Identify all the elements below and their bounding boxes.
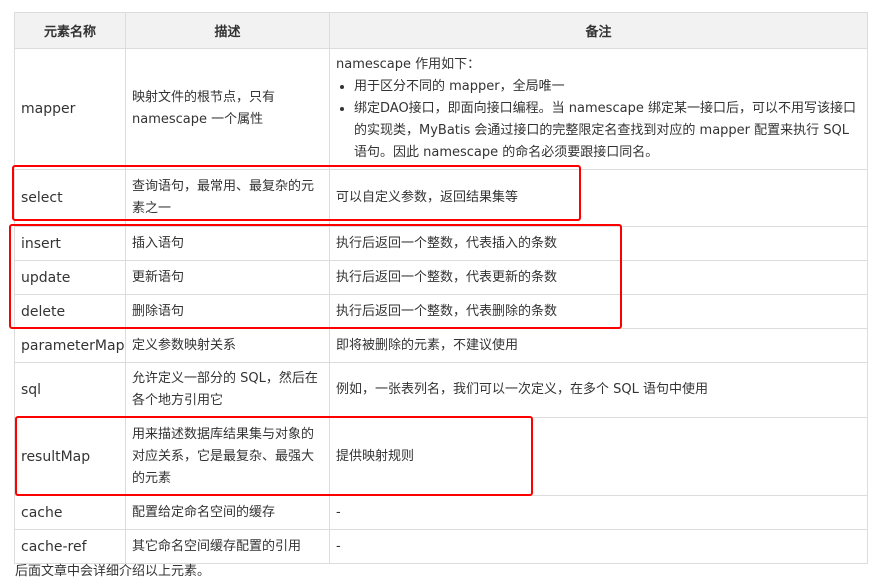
cell-name: update	[14, 260, 126, 295]
cell-note: namescape 作用如下： 用于区分不同的 mapper，全局唯一 绑定DA…	[329, 48, 868, 170]
cell-name: parameterMap	[14, 328, 126, 363]
cell-note: 提供映射规则	[329, 417, 868, 496]
cell-desc: 用来描述数据库结果集与对象的对应关系，它是最复杂、最强大的元素	[125, 417, 330, 496]
cell-desc: 配置给定命名空间的缓存	[125, 495, 330, 530]
cell-desc: 查询语句，最常用、最复杂的元素之一	[125, 169, 330, 227]
header-description: 描述	[125, 12, 330, 49]
cell-note: 执行后返回一个整数，代表删除的条数	[329, 294, 868, 329]
cell-name: mapper	[14, 48, 126, 170]
elements-table: 元素名称 描述 备注 mapper 映射文件的根节点，只有 namescape …	[14, 12, 868, 564]
cell-desc: 更新语句	[125, 260, 330, 295]
table-row-insert: insert 插入语句 执行后返回一个整数，代表插入的条数	[14, 226, 868, 261]
cell-name: select	[14, 169, 126, 227]
footer-note: 后面文章中会详细介绍以上元素。	[15, 564, 211, 579]
cell-desc: 映射文件的根节点，只有 namescape 一个属性	[125, 48, 330, 170]
table-row-cache: cache 配置给定命名空间的缓存 -	[14, 495, 868, 530]
cell-note: -	[329, 495, 868, 530]
cell-desc: 允许定义一部分的 SQL，然后在各个地方引用它	[125, 362, 330, 418]
table-row-sql: sql 允许定义一部分的 SQL，然后在各个地方引用它 例如，一张表列名，我们可…	[14, 362, 868, 418]
cell-desc: 定义参数映射关系	[125, 328, 330, 363]
table-row-resultmap: resultMap 用来描述数据库结果集与对象的对应关系，它是最复杂、最强大的元…	[14, 417, 868, 496]
cell-desc: 插入语句	[125, 226, 330, 261]
header-remarks: 备注	[329, 12, 868, 49]
note-intro: namescape 作用如下：	[336, 57, 481, 72]
cell-desc: 删除语句	[125, 294, 330, 329]
table-row-cache-ref: cache-ref 其它命名空间缓存配置的引用 -	[14, 529, 868, 564]
cell-note: 即将被删除的元素，不建议使用	[329, 328, 868, 363]
table-row-delete: delete 删除语句 执行后返回一个整数，代表删除的条数	[14, 294, 868, 329]
note-list: 用于区分不同的 mapper，全局唯一 绑定DAO接口，即面向接口编程。当 na…	[336, 76, 861, 164]
note-item: 用于区分不同的 mapper，全局唯一	[354, 76, 861, 98]
cell-note: 执行后返回一个整数，代表更新的条数	[329, 260, 868, 295]
cell-name: resultMap	[14, 417, 126, 496]
cell-name: insert	[14, 226, 126, 261]
cell-name: cache-ref	[14, 529, 126, 564]
cell-name: cache	[14, 495, 126, 530]
cell-note: 可以自定义参数，返回结果集等	[329, 169, 868, 227]
table-header-row: 元素名称 描述 备注	[14, 12, 868, 49]
cell-desc: 其它命名空间缓存配置的引用	[125, 529, 330, 564]
table-row-update: update 更新语句 执行后返回一个整数，代表更新的条数	[14, 260, 868, 295]
header-element-name: 元素名称	[14, 12, 126, 49]
cell-name: sql	[14, 362, 126, 418]
cell-note: 执行后返回一个整数，代表插入的条数	[329, 226, 868, 261]
table-row-select: select 查询语句，最常用、最复杂的元素之一 可以自定义参数，返回结果集等	[14, 169, 868, 227]
note-item: 绑定DAO接口，即面向接口编程。当 namescape 绑定某一接口后，可以不用…	[354, 98, 861, 164]
cell-note: 例如，一张表列名，我们可以一次定义，在多个 SQL 语句中使用	[329, 362, 868, 418]
table-row-mapper: mapper 映射文件的根节点，只有 namescape 一个属性 namesc…	[14, 48, 868, 170]
cell-note: -	[329, 529, 868, 564]
table-row-parametermap: parameterMap 定义参数映射关系 即将被删除的元素，不建议使用	[14, 328, 868, 363]
cell-name: delete	[14, 294, 126, 329]
